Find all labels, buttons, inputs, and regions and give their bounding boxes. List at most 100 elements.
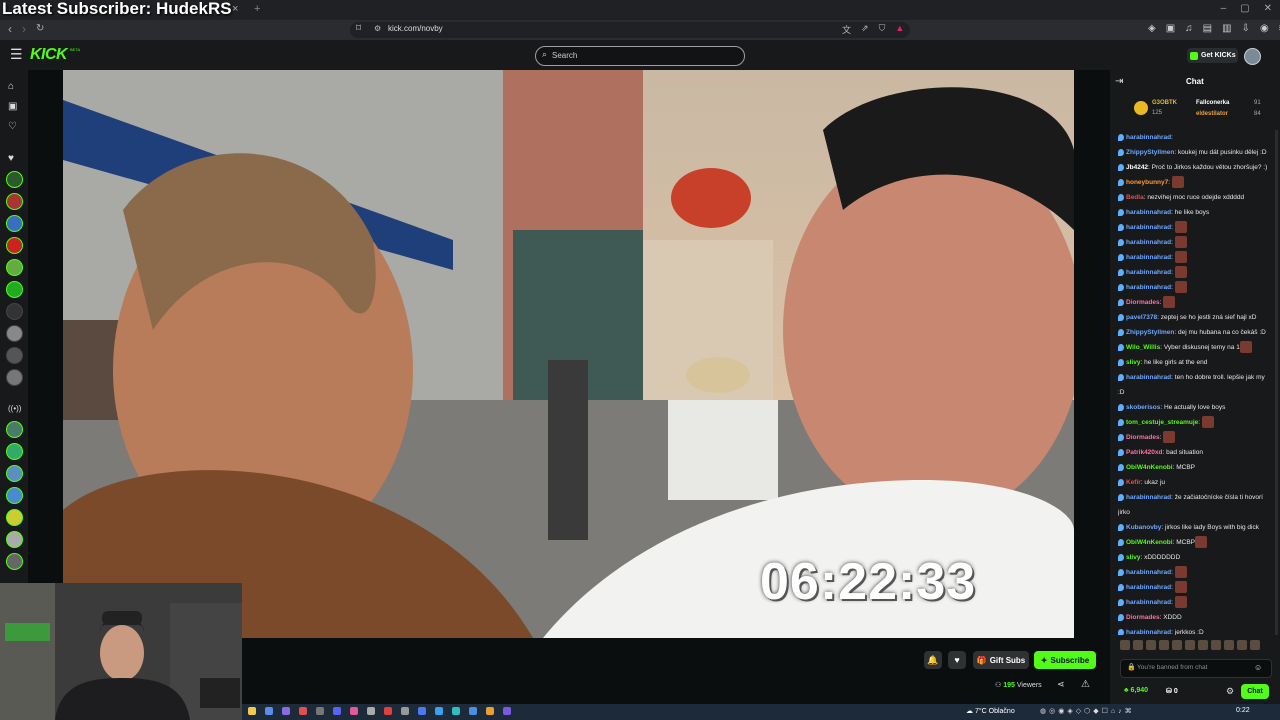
channel-avatar[interactable]	[6, 259, 23, 276]
emote[interactable]	[1198, 640, 1208, 650]
channel-avatar[interactable]	[6, 531, 23, 548]
chat-username[interactable]: honeybunny7	[1126, 179, 1168, 186]
music-icon[interactable]: ♫	[1185, 23, 1193, 34]
emoji-icon[interactable]: ☺	[1254, 663, 1262, 672]
gear-icon[interactable]: ⚙	[1226, 686, 1234, 697]
kick-logo[interactable]: KICK	[30, 46, 68, 64]
share-page-icon[interactable]: ⇗	[861, 23, 869, 36]
chat-username[interactable]: harabinnahrad	[1126, 494, 1171, 501]
taskbar-app-icon[interactable]	[486, 707, 494, 715]
emote[interactable]	[1172, 640, 1182, 650]
channel-avatar[interactable]	[6, 171, 23, 188]
collapse-chat-icon[interactable]: ⇥	[1115, 76, 1123, 87]
taskbar-app-icon[interactable]	[265, 707, 273, 715]
channel-avatar[interactable]	[6, 237, 23, 254]
minimize-icon[interactable]: –	[1221, 3, 1227, 14]
channel-avatar[interactable]	[6, 215, 23, 232]
home-icon[interactable]: ⌂	[8, 81, 14, 92]
channel-avatar[interactable]	[6, 193, 23, 210]
new-tab-button[interactable]: +	[254, 3, 260, 15]
emote[interactable]	[1120, 640, 1130, 650]
chat-username[interactable]: harabinnahrad	[1126, 569, 1171, 576]
chat-username[interactable]: Diormades	[1126, 299, 1160, 306]
chat-username[interactable]: harabinnahrad	[1126, 599, 1171, 606]
close-icon[interactable]: ✕	[1264, 3, 1272, 14]
chat-username[interactable]: tom_cestuje_streamuje	[1126, 419, 1198, 426]
chat-username[interactable]: skoberisos	[1126, 404, 1160, 411]
chat-username[interactable]: harabinnahrad	[1126, 239, 1171, 246]
chat-username[interactable]: Kubanovby	[1126, 524, 1161, 531]
taskbar-app-icon[interactable]	[350, 707, 358, 715]
chat-username[interactable]: Jb4242	[1126, 164, 1148, 171]
chat-username[interactable]: ObiW4nKenobi	[1126, 464, 1173, 471]
bookmark-icon[interactable]: ⌑	[356, 23, 361, 34]
channel-avatar[interactable]	[6, 369, 23, 386]
chat-username[interactable]: harabinnahrad	[1126, 224, 1171, 231]
emote[interactable]	[1146, 640, 1156, 650]
emote[interactable]	[1133, 640, 1143, 650]
chat-scrollbar[interactable]	[1275, 130, 1278, 635]
back-icon[interactable]: ‹	[8, 22, 12, 36]
taskbar-app-icon[interactable]	[384, 707, 392, 715]
channel-avatar[interactable]	[6, 487, 23, 504]
translate-icon[interactable]: 文	[842, 23, 851, 36]
chat-username[interactable]: ObiW4nKenobi	[1126, 539, 1173, 546]
extension-icon[interactable]: ▲	[895, 23, 904, 36]
channel-avatar[interactable]	[6, 443, 23, 460]
chat-username[interactable]: ZhippyStyllmen	[1126, 149, 1174, 156]
taskbar-app-icon[interactable]	[503, 707, 511, 715]
user-avatar[interactable]	[1244, 48, 1261, 65]
chat-username[interactable]: harabinnahrad	[1126, 209, 1171, 216]
emote[interactable]	[1250, 640, 1260, 650]
channel-avatar[interactable]	[6, 509, 23, 526]
chat-username[interactable]: harabinnahrad	[1126, 584, 1171, 591]
taskbar-app-icon[interactable]	[418, 707, 426, 715]
get-kicks-button[interactable]: Get KICKs	[1187, 48, 1238, 63]
system-tray[interactable]: ◍◎◉◈◇⬡◆☐⌂♪⌘	[1040, 707, 1135, 715]
chat-username[interactable]: harabinnahrad	[1126, 269, 1171, 276]
tabs-icon[interactable]: ▥	[1222, 23, 1231, 34]
screenshot-icon[interactable]: ▣	[1166, 23, 1175, 34]
taskbar-app-icon[interactable]	[469, 707, 477, 715]
chat-username[interactable]: Diormades	[1126, 434, 1160, 441]
chat-username[interactable]: Kefir	[1126, 479, 1141, 486]
taskbar-app-icon[interactable]	[316, 707, 324, 715]
emote[interactable]	[1224, 640, 1234, 650]
emote[interactable]	[1159, 640, 1169, 650]
heart-icon[interactable]: ♥	[948, 651, 966, 669]
tab-close-button[interactable]: ×	[232, 3, 238, 15]
sidebar-icon[interactable]: ▤	[1203, 23, 1212, 34]
channel-avatar[interactable]	[6, 303, 23, 320]
chat-username[interactable]: slivy	[1126, 554, 1140, 561]
chat-username[interactable]: harabinnahrad	[1126, 284, 1171, 291]
taskbar-app-icon[interactable]	[248, 707, 256, 715]
shield-icon[interactable]: ⛉	[879, 23, 886, 36]
leaderboard-name-2[interactable]: Fallconerka	[1196, 100, 1229, 106]
chat-username[interactable]: Bedla	[1126, 194, 1144, 201]
chat-username[interactable]: Wilo_Willis	[1126, 344, 1160, 351]
profile-icon[interactable]: ◉	[1260, 23, 1269, 34]
chat-username[interactable]: harabinnahrad	[1126, 134, 1171, 141]
browse-icon[interactable]: ▣	[8, 101, 17, 112]
site-info-icon[interactable]: ⚙	[374, 24, 381, 33]
chat-username[interactable]: slivy	[1126, 359, 1140, 366]
download-icon[interactable]: ⇩	[1242, 23, 1250, 34]
taskbar-app-icon[interactable]	[435, 707, 443, 715]
chat-username[interactable]: ZhippyStyllmen	[1126, 329, 1174, 336]
taskbar-app-icon[interactable]	[401, 707, 409, 715]
forward-icon[interactable]: ›	[22, 22, 26, 36]
url-text[interactable]: kick.com/novby	[388, 24, 443, 33]
reload-icon[interactable]: ↻	[36, 23, 44, 34]
maximize-icon[interactable]: ▢	[1240, 3, 1249, 14]
emote[interactable]	[1211, 640, 1221, 650]
taskbar-app-icon[interactable]	[299, 707, 307, 715]
channel-avatar[interactable]	[6, 421, 23, 438]
chat-username[interactable]: Patrik420xd	[1126, 449, 1163, 456]
taskbar-app-icon[interactable]	[282, 707, 290, 715]
chat-username[interactable]: pavel7378	[1126, 314, 1157, 321]
channel-avatar[interactable]	[6, 553, 23, 570]
gift-subs-button[interactable]: 🎁 Gift Subs	[973, 651, 1029, 669]
emote[interactable]	[1185, 640, 1195, 650]
taskbar-weather[interactable]: ☁ 7°C Oblačno	[966, 707, 1015, 715]
following-icon[interactable]: ♡	[8, 121, 17, 132]
